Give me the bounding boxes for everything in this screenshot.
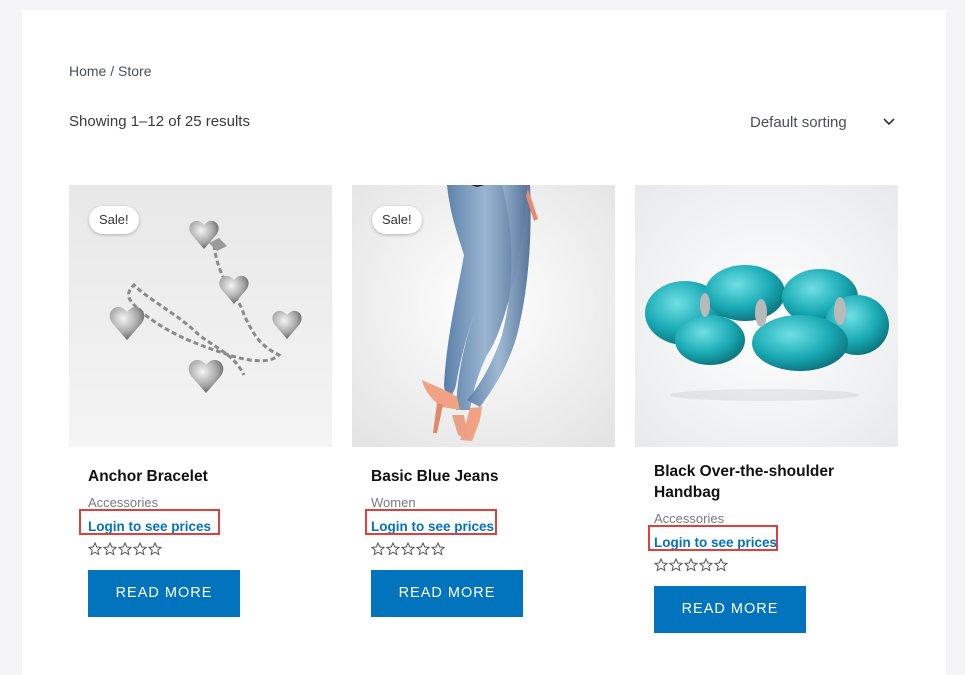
star-outline-icon bbox=[371, 542, 385, 556]
star-outline-icon bbox=[148, 542, 162, 556]
product-card: Black Over-the-shoulder Handbag Accessor… bbox=[635, 185, 898, 633]
product-title[interactable]: Black Over-the-shoulder Handbag bbox=[654, 461, 854, 503]
product-title[interactable]: Anchor Bracelet bbox=[88, 466, 332, 487]
breadcrumb-current: Store bbox=[118, 63, 152, 79]
star-outline-icon bbox=[416, 542, 430, 556]
product-category[interactable]: Accessories bbox=[88, 495, 332, 510]
star-rating bbox=[371, 542, 615, 556]
star-outline-icon bbox=[133, 542, 147, 556]
sale-badge: Sale! bbox=[89, 206, 139, 234]
star-rating bbox=[654, 558, 898, 572]
breadcrumb-separator: / bbox=[106, 63, 119, 79]
star-outline-icon bbox=[118, 542, 132, 556]
read-more-button[interactable]: READ MORE bbox=[371, 570, 523, 617]
read-more-button[interactable]: READ MORE bbox=[654, 586, 806, 633]
breadcrumb-home-link[interactable]: Home bbox=[69, 63, 106, 79]
sorting-select[interactable]: Default sorting bbox=[750, 114, 900, 136]
star-outline-icon bbox=[684, 558, 698, 572]
product-image[interactable]: Sale! bbox=[352, 185, 615, 447]
highlight-box bbox=[648, 525, 778, 551]
chevron-down-icon bbox=[883, 118, 895, 126]
result-count: Showing 1–12 of 25 results bbox=[69, 113, 250, 130]
product-title[interactable]: Basic Blue Jeans bbox=[371, 466, 615, 487]
star-outline-icon bbox=[88, 542, 102, 556]
highlight-box bbox=[365, 509, 497, 535]
highlight-box bbox=[79, 509, 220, 535]
star-outline-icon bbox=[654, 558, 668, 572]
product-card: Sale! Basic Blue Jeans Women Login to se… bbox=[352, 185, 615, 617]
turquoise-stone-bracelet-icon bbox=[635, 185, 898, 447]
product-image[interactable] bbox=[635, 185, 898, 447]
product-card: Sale! Anchor Bracelet Accessories Login … bbox=[69, 185, 332, 617]
star-outline-icon bbox=[103, 542, 117, 556]
star-rating bbox=[88, 542, 332, 556]
product-category[interactable]: Women bbox=[371, 495, 615, 510]
sorting-selected-value: Default sorting bbox=[750, 114, 847, 131]
breadcrumb: Home / Store bbox=[69, 63, 152, 79]
star-outline-icon bbox=[699, 558, 713, 572]
star-outline-icon bbox=[386, 542, 400, 556]
star-outline-icon bbox=[431, 542, 445, 556]
product-image[interactable]: Sale! bbox=[69, 185, 332, 447]
sale-badge: Sale! bbox=[372, 206, 422, 234]
product-category[interactable]: Accessories bbox=[654, 511, 898, 526]
star-outline-icon bbox=[401, 542, 415, 556]
star-outline-icon bbox=[669, 558, 683, 572]
star-outline-icon bbox=[714, 558, 728, 572]
read-more-button[interactable]: READ MORE bbox=[88, 570, 240, 617]
